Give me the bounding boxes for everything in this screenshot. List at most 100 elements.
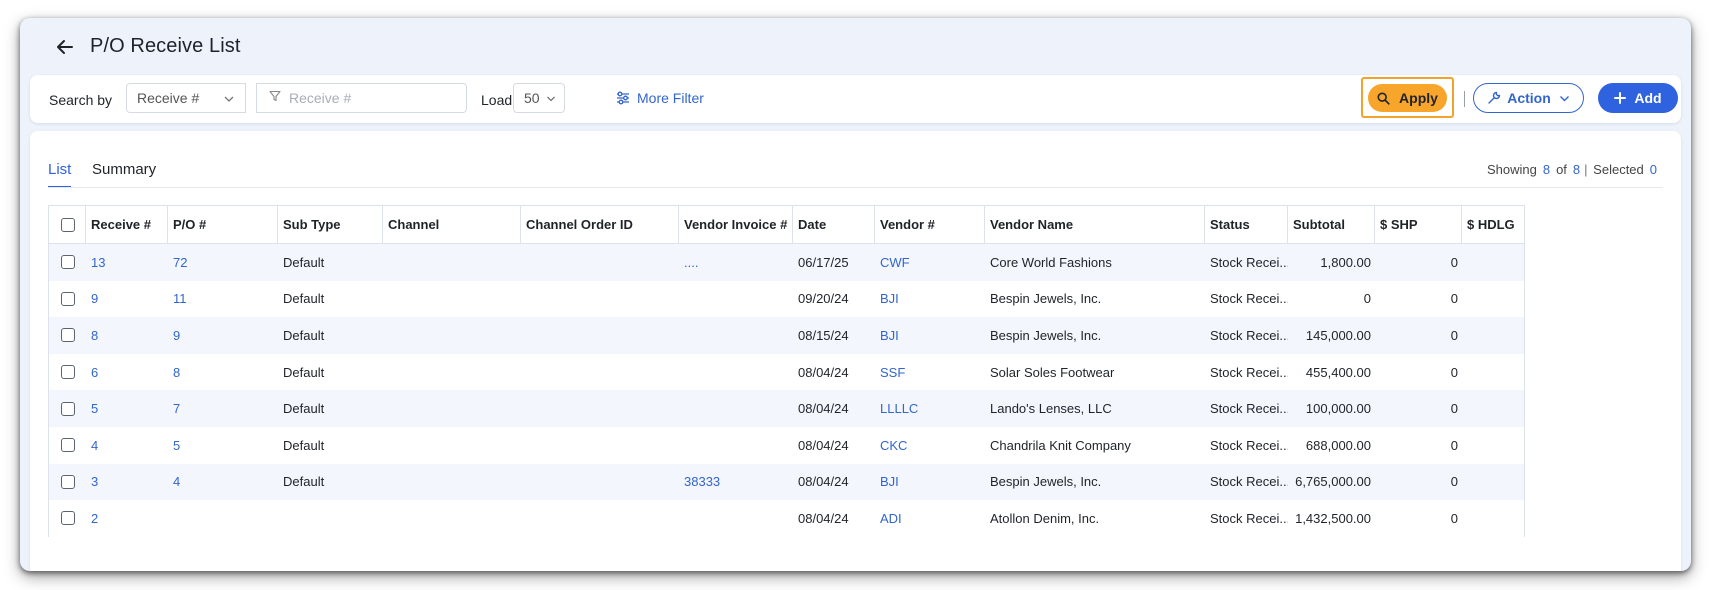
po-number-link[interactable]: 5	[173, 438, 180, 453]
search-by-value: Receive #	[137, 90, 200, 106]
vendor-name-cell: Core World Fashions	[990, 254, 1112, 270]
vendor-number-link[interactable]: CWF	[880, 255, 910, 270]
row-checkbox[interactable]	[61, 401, 75, 416]
vendor-number-link[interactable]: CKC	[880, 438, 907, 453]
vendor-invoice-cell	[679, 390, 793, 427]
receive-number-cell: 3	[86, 464, 168, 501]
table-row[interactable]: 5 7 Default 08/04/24 LLLLC Lando's Lenses, LL…	[49, 390, 1524, 427]
load-select[interactable]: 50	[513, 83, 565, 113]
status-cell: Stock Recei...	[1205, 427, 1288, 464]
receive-number-link[interactable]: 8	[91, 328, 98, 343]
table-row[interactable]: 2 08/04/24 ADI Atollon Denim, Inc. Stock Rec…	[49, 500, 1524, 537]
column-header[interactable]: Vendor #	[875, 206, 985, 243]
column-header[interactable]: Vendor Name	[985, 206, 1205, 243]
toolbar-divider	[1464, 91, 1465, 107]
back-arrow-icon[interactable]	[54, 36, 76, 58]
add-button[interactable]: Add	[1598, 83, 1678, 113]
po-number-link[interactable]: 9	[173, 328, 180, 343]
status-cell: Stock Recei...	[1210, 254, 1288, 270]
column-header[interactable]: Vendor Invoice #	[679, 206, 793, 243]
vendor-number-link[interactable]: BJI	[880, 328, 899, 343]
po-number-link[interactable]: 7	[173, 401, 180, 416]
column-header[interactable]: Sub Type	[278, 206, 383, 243]
vendor-invoice-link[interactable]: 38333	[684, 474, 720, 489]
search-input[interactable]	[287, 89, 461, 107]
column-header[interactable]: Date	[793, 206, 875, 243]
vendor-name-cell: Atollon Denim, Inc.	[985, 500, 1205, 537]
tab-list[interactable]: List	[48, 161, 72, 188]
vendor-invoice-cell	[679, 317, 793, 354]
vendor-number-link[interactable]: LLLLC	[880, 401, 918, 416]
status-cell: Stock Recei...	[1210, 401, 1288, 417]
po-number-link[interactable]: 4	[173, 474, 180, 489]
po-number-link[interactable]: 11	[173, 291, 187, 306]
column-header[interactable]: Status	[1205, 206, 1288, 243]
vendor-number-link[interactable]: BJI	[880, 291, 899, 306]
row-checkbox[interactable]	[61, 438, 75, 453]
column-header[interactable]: P/O #	[168, 206, 278, 243]
shp-cell: 0	[1450, 291, 1458, 307]
vendor-name-cell: Atollon Denim, Inc.	[990, 510, 1100, 526]
action-button[interactable]: Action	[1473, 83, 1584, 113]
column-header[interactable]: $ SHP	[1375, 206, 1462, 243]
po-number-cell	[168, 500, 278, 537]
wrench-icon	[1487, 91, 1501, 105]
receive-number-link[interactable]: 2	[91, 511, 98, 526]
column-header[interactable]: Subtotal	[1288, 206, 1375, 243]
tab-summary[interactable]: Summary	[92, 161, 156, 186]
vendor-number-cell: BJI	[875, 464, 985, 501]
po-number-link[interactable]: 8	[173, 365, 180, 380]
po-number-cell: 72	[168, 244, 278, 281]
vendor-number-link[interactable]: ADI	[880, 511, 902, 526]
row-checkbox[interactable]	[61, 328, 75, 343]
column-header[interactable]: Receive #	[86, 206, 168, 243]
po-number-link[interactable]: 72	[173, 255, 187, 270]
date-cell: 08/04/24	[798, 401, 849, 417]
receive-number-link[interactable]: 5	[91, 401, 98, 416]
row-checkbox[interactable]	[61, 511, 75, 526]
more-filter-button[interactable]: More Filter	[616, 90, 704, 106]
table-row[interactable]: 8 9 Default 08/15/24 BJI Bespin Jewels, Inc. S…	[49, 317, 1524, 354]
vendor-name-cell: Bespin Jewels, Inc.	[985, 464, 1205, 501]
search-by-select[interactable]: Receive #	[126, 83, 246, 113]
channel-cell	[383, 464, 521, 501]
more-filter-label: More Filter	[637, 90, 704, 106]
status-cell: Stock Recei...	[1210, 364, 1288, 380]
table-row[interactable]: 9 11 Default 09/20/24 BJI Bespin Jewels, Inc.…	[49, 281, 1524, 318]
select-all-checkbox[interactable]	[61, 217, 75, 232]
row-checkbox-cell	[49, 354, 86, 391]
channel-cell	[383, 281, 521, 318]
receive-number-cell: 8	[86, 317, 168, 354]
receive-number-link[interactable]: 9	[91, 291, 98, 306]
vendor-invoice-link[interactable]: ....	[684, 255, 698, 270]
vendor-number-link[interactable]: SSF	[880, 365, 905, 380]
po-number-cell: 8	[168, 354, 278, 391]
vendor-name-cell: Bespin Jewels, Inc.	[990, 327, 1102, 343]
table-row[interactable]: 4 5 Default 08/04/24 CKC Chandrila Knit Compa…	[49, 427, 1524, 464]
search-field[interactable]	[256, 83, 467, 113]
receive-number-link[interactable]: 4	[91, 438, 98, 453]
vendor-number-link[interactable]: BJI	[880, 474, 899, 489]
column-header[interactable]: $ HDLG	[1462, 206, 1524, 243]
row-checkbox[interactable]	[61, 474, 75, 489]
receive-number-link[interactable]: 13	[91, 255, 105, 270]
column-header[interactable]: Channel	[383, 206, 521, 243]
table-header: Receive # P/O # Sub Type Channel Channel…	[49, 206, 1524, 244]
table-row[interactable]: 3 4 Default 38333 08/04/24 BJI Bespin Jewels, …	[49, 463, 1524, 501]
receive-number-link[interactable]: 3	[91, 474, 98, 489]
page-title: P/O Receive List	[90, 35, 241, 57]
receive-number-cell: 13	[86, 244, 168, 281]
row-checkbox[interactable]	[61, 365, 75, 380]
sub-type-cell: Default	[278, 427, 383, 464]
row-checkbox[interactable]	[61, 255, 75, 270]
apply-button[interactable]: Apply	[1368, 84, 1447, 112]
hdlg-cell	[1462, 464, 1524, 501]
table-row[interactable]: 13 72 Default.... 06/17/25 CWF Core World Fas…	[49, 244, 1524, 281]
row-checkbox[interactable]	[61, 291, 75, 306]
record-count: Showing 8 of 8 | Selected 0	[1487, 162, 1663, 177]
column-header[interactable]: Channel Order ID	[521, 206, 679, 243]
shp-cell: 0	[1375, 464, 1462, 501]
receive-number-link[interactable]: 6	[91, 365, 98, 380]
table-row[interactable]: 6 8 Default 08/04/24 SSF Solar Soles Footwear…	[49, 354, 1524, 391]
hdlg-cell	[1462, 244, 1524, 281]
